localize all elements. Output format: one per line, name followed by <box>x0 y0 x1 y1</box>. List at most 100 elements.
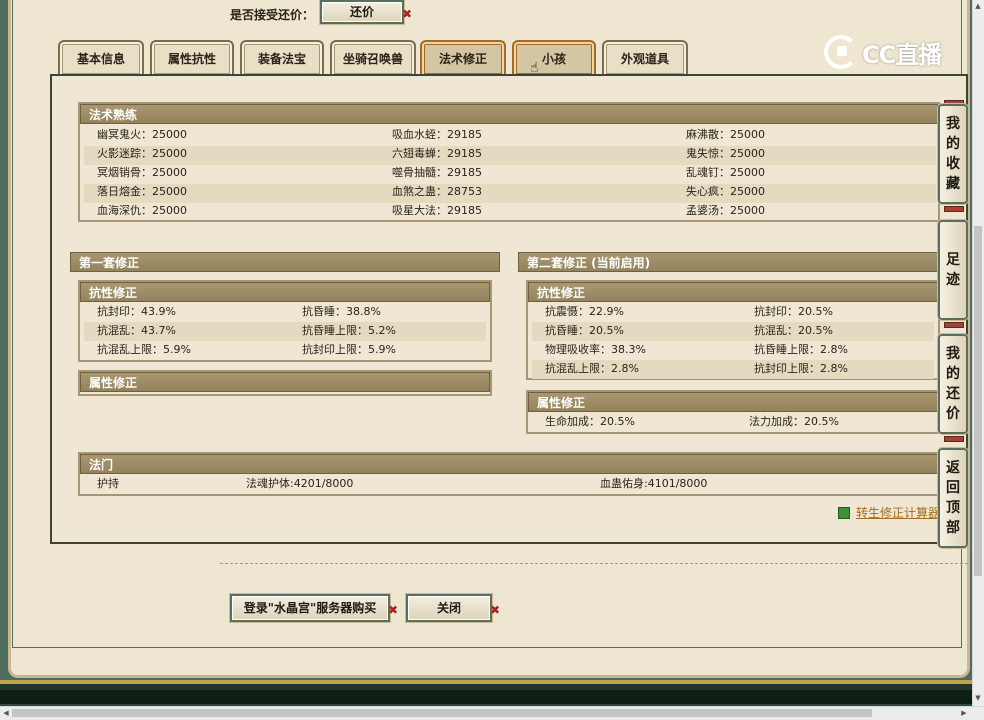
scroll-up-arrow-icon[interactable]: ▲ <box>972 0 984 12</box>
side-button-char: 返 <box>946 460 960 476</box>
tab-label: 坐骑召唤兽 <box>342 52 403 66</box>
set2-resist-cell: 抗封印：20.5% <box>754 305 833 318</box>
calculator-icon <box>838 507 850 519</box>
cc-live-logo: CC直播 <box>824 34 942 70</box>
fameng-cell: 血蛊佑身:4101/8000 <box>600 477 708 490</box>
side-button-cap <box>944 436 964 442</box>
close-button[interactable]: 关闭 ✖ <box>405 593 500 623</box>
back-to-top-button[interactable]: 返 回 顶 部 <box>937 447 969 549</box>
set1-resist-cell: 抗混乱：43.7% <box>97 324 176 337</box>
my-favorites-button[interactable]: 我 的 收 藏 <box>937 103 969 205</box>
set1-resist-cell: 抗昏睡上限：5.2% <box>302 324 396 337</box>
side-button-cap <box>944 206 964 212</box>
dashed-divider <box>220 563 968 564</box>
tab-label: 属性抗性 <box>167 52 216 66</box>
tab-label: 法术修正 <box>438 52 487 66</box>
counter-offer-button-label: 还价 <box>349 5 374 19</box>
tab-label: 基本信息 <box>76 52 125 66</box>
set1-attr-header: 属性修正 <box>80 372 490 392</box>
spell-mastery-cell: 落日熔金：25000 <box>97 185 187 198</box>
set2-resist-cell: 抗混乱：20.5% <box>754 324 833 337</box>
scroll-down-arrow-icon[interactable]: ▼ <box>972 692 984 704</box>
buy-button-label: 登录"水晶宫"服务器购买 <box>243 601 377 615</box>
spell-mastery-cell: 麻沸散：25000 <box>686 128 765 141</box>
side-button-char: 的 <box>946 136 960 152</box>
tab-child[interactable]: 小孩 <box>512 40 596 76</box>
login-server-buy-button[interactable]: 登录"水晶宫"服务器购买 ✖ <box>229 593 398 623</box>
set2-attr-cell: 法力加成：20.5% <box>749 415 839 428</box>
bottom-frame-shadow <box>0 690 972 704</box>
set2-attr-cell: 生命加成：20.5% <box>545 415 635 428</box>
set1-resist-cell: 抗封印：43.9% <box>97 305 176 318</box>
scroll-left-arrow-icon[interactable]: ◀ <box>0 706 12 720</box>
side-button-cap <box>944 322 964 328</box>
spell-mastery-cell: 鬼失惊：25000 <box>686 147 765 160</box>
side-button-char: 价 <box>946 406 960 422</box>
side-button-char: 我 <box>946 116 960 132</box>
set2-resist-header: 抗性修正 <box>528 282 938 302</box>
side-button-char: 的 <box>946 366 960 382</box>
spell-mastery-cell: 乱魂钉：25000 <box>686 166 765 179</box>
side-button-char: 藏 <box>946 176 960 192</box>
set1-header: 第一套修正 <box>70 252 500 272</box>
my-counter-offers-button[interactable]: 我 的 还 价 <box>937 333 969 435</box>
spell-mastery-cell: 吸星大法：29185 <box>392 204 482 217</box>
spell-mastery-cell: 吸血水蛭：29185 <box>392 128 482 141</box>
side-button-char: 部 <box>946 520 960 536</box>
tab-label: 装备法宝 <box>257 52 306 66</box>
counter-offer-button[interactable]: 还价 ✖ <box>319 0 412 25</box>
tab-equipment[interactable]: 装备法宝 <box>240 40 324 76</box>
tab-mount-pet[interactable]: 坐骑召唤兽 <box>330 40 416 76</box>
row-stripe <box>84 184 936 203</box>
set2-resist-cell: 抗混乱上限：2.8% <box>545 362 639 375</box>
vertical-scrollbar-thumb[interactable] <box>974 226 982 576</box>
rebirth-calculator-label: 转生修正计算器 <box>856 506 941 520</box>
set2-resist-cell: 抗震慑：22.9% <box>545 305 624 318</box>
spell-mastery-cell: 火影迷踪：25000 <box>97 147 187 160</box>
set2-header: 第二套修正 (当前启用) <box>518 252 940 272</box>
close-x-icon: ✖ <box>489 603 500 617</box>
close-x-icon: ✖ <box>401 7 412 21</box>
accept-counter-label: 是否接受还价： <box>230 8 315 22</box>
set2-resist-cell: 抗昏睡：20.5% <box>545 324 624 337</box>
spell-mastery-header: 法术熟练 <box>80 104 938 124</box>
horizontal-scrollbar-thumb[interactable] <box>12 709 872 717</box>
tab-appearance-items[interactable]: 外观道具 <box>602 40 688 76</box>
side-button-char: 还 <box>946 386 960 402</box>
side-button-char: 迹 <box>946 272 960 288</box>
spell-mastery-cell: 血海深仇：25000 <box>97 204 187 217</box>
side-button-char: 足 <box>946 252 960 268</box>
fameng-header: 法门 <box>80 454 938 474</box>
spell-mastery-cell: 六翅毒蝉：29185 <box>392 147 482 160</box>
footprints-button[interactable]: 足 迹 <box>937 219 969 321</box>
close-x-icon: ✖ <box>387 603 398 617</box>
tab-basic-info[interactable]: 基本信息 <box>58 40 144 76</box>
tab-label: 小孩 <box>541 52 566 66</box>
side-button-char: 收 <box>946 156 960 172</box>
set2-resist-cell: 抗昏睡上限：2.8% <box>754 343 848 356</box>
logo-text: CC直播 <box>862 40 942 69</box>
set2-resist-cell: 物理吸收率：38.3% <box>545 343 646 356</box>
set1-resist-cell: 抗混乱上限：5.9% <box>97 343 191 356</box>
cc-logo-icon <box>824 35 858 69</box>
side-button-char: 我 <box>946 346 960 362</box>
set2-resist-cell: 抗封印上限：2.8% <box>754 362 848 375</box>
scroll-right-arrow-icon[interactable]: ▶ <box>958 706 970 720</box>
set1-resist-cell: 抗封印上限：5.9% <box>302 343 396 356</box>
fameng-cell: 法魂护体:4201/8000 <box>246 477 354 490</box>
spell-mastery-cell: 噬骨抽髓：29185 <box>392 166 482 179</box>
set1-resist-cell: 抗昏睡：38.8% <box>302 305 381 318</box>
set1-resist-header: 抗性修正 <box>80 282 490 302</box>
tab-spell-correction[interactable]: 法术修正 <box>420 40 506 76</box>
set2-attr-header: 属性修正 <box>528 392 938 412</box>
close-button-label: 关闭 <box>436 601 461 615</box>
rebirth-calculator-link[interactable]: 转生修正计算器 <box>838 504 940 521</box>
spell-mastery-cell: 幽冥鬼火：25000 <box>97 128 187 141</box>
spell-mastery-cell: 孟婆汤：25000 <box>686 204 765 217</box>
spell-mastery-cell: 冥烟销骨：25000 <box>97 166 187 179</box>
tab-attribute-resist[interactable]: 属性抗性 <box>150 40 234 76</box>
side-button-char: 回 <box>946 480 960 496</box>
side-button-char: 顶 <box>946 500 960 516</box>
row-stripe <box>84 146 936 165</box>
tab-label: 外观道具 <box>620 52 669 66</box>
